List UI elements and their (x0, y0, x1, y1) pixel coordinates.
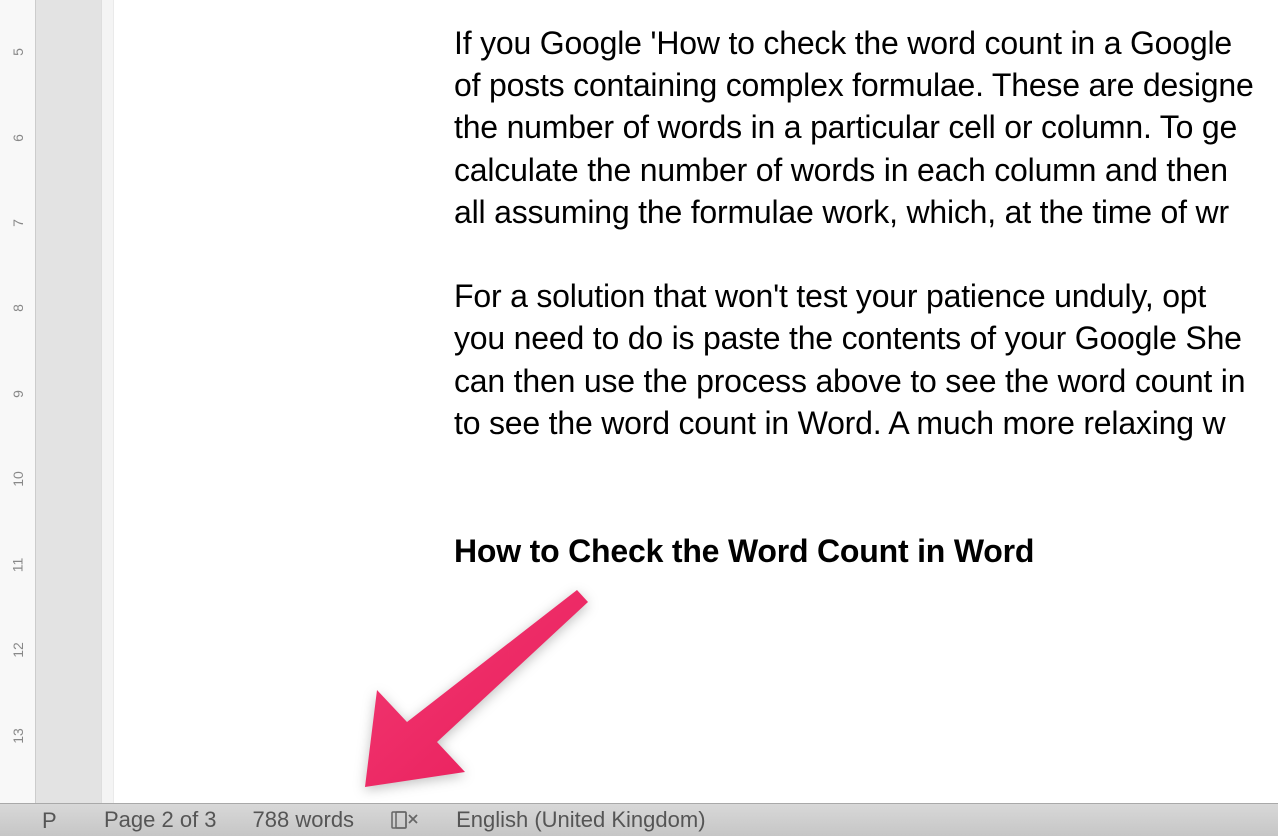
ruler-tick-label: 6 (9, 134, 25, 142)
ruler-tick-label: 5 (9, 48, 25, 56)
document-text-line: all assuming the formulae work, which, a… (454, 191, 1278, 233)
document-text-line: the number of words in a particular cell… (454, 106, 1278, 148)
document-paragraph: If you Google 'How to check the word cou… (454, 22, 1278, 233)
document-text-line: For a solution that won't test your pati… (454, 275, 1278, 317)
status-word-count[interactable]: 788 words (253, 807, 355, 833)
status-bar: P P Page 2 of 3 788 words English (Unite… (0, 803, 1278, 836)
status-page-count[interactable]: Page 2 of 3 (104, 807, 217, 833)
ruler-tick-label: 11 (9, 557, 25, 572)
document-text-line: of posts containing complex formulae. Th… (454, 64, 1278, 106)
document-text-line: If you Google 'How to check the word cou… (454, 22, 1278, 64)
document-canvas[interactable]: If you Google 'How to check the word cou… (114, 0, 1278, 803)
ruler-tick-label: 8 (9, 305, 25, 313)
document-text-line: to see the word count in Word. A much mo… (454, 402, 1278, 444)
ruler-tick-label: 7 (9, 219, 25, 227)
document-text-line: you need to do is paste the contents of … (454, 317, 1278, 359)
document-text-line: calculate the number of words in each co… (454, 149, 1278, 191)
ruler-tick-label: 10 (9, 471, 25, 487)
status-language[interactable]: English (United Kingdom) (456, 807, 705, 833)
page-margin-gutter (36, 0, 102, 803)
status-corner-letter: P (42, 808, 57, 834)
document-text-line: can then use the process above to see th… (454, 360, 1278, 402)
ruler-tick-label: 12 (9, 642, 25, 658)
document-paragraph: For a solution that won't test your pati… (454, 275, 1278, 444)
document-heading: How to Check the Word Count in Word (454, 530, 1278, 572)
vertical-ruler[interactable]: 5 6 7 8 9 10 11 12 13 (0, 0, 36, 803)
ruler-tick-label: 9 (9, 390, 25, 398)
ruler-tick-label: 13 (9, 728, 25, 744)
page-edge (102, 0, 114, 803)
spellcheck-icon[interactable] (390, 809, 420, 831)
